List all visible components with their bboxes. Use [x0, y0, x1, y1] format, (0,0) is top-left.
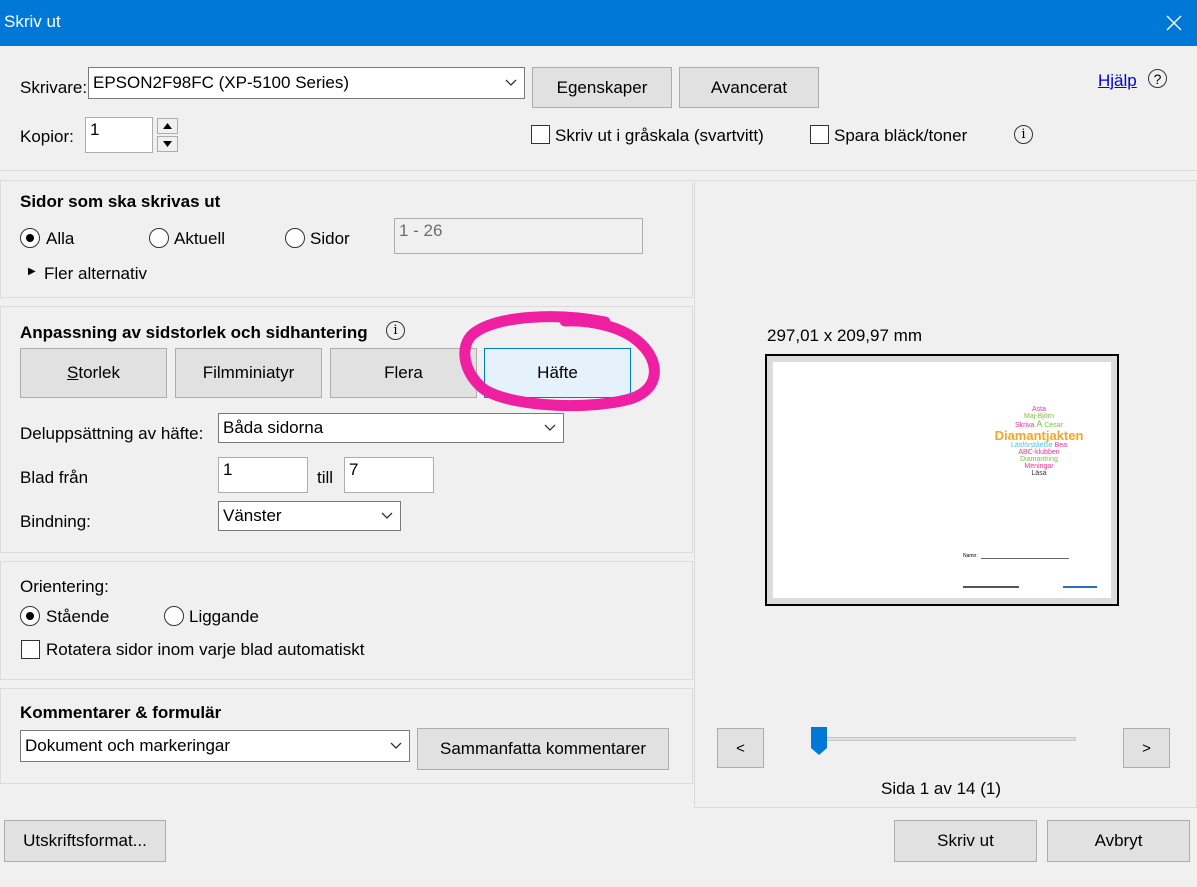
word-cloud-word: Läsförståelse [1010, 442, 1053, 449]
close-button[interactable] [1151, 0, 1197, 46]
window-title: Skriv ut [4, 12, 61, 31]
radio-all-label: Alla [46, 229, 75, 248]
chevron-down-icon [383, 731, 409, 761]
booklet-subset-label: Deluppsättning av häfte: [20, 424, 204, 443]
copies-input[interactable]: 1 [85, 117, 153, 153]
page-preview: Asta Maj-Björn Skriva A Cesar Diamantjak… [765, 354, 1119, 606]
word-cloud-word: ABC-klubben [1018, 449, 1060, 456]
comments-select-value: Dokument och markeringar [25, 736, 231, 755]
word-cloud-word: Diamantring [1020, 456, 1058, 463]
booklet-subset-select[interactable]: Båda sidorna [218, 413, 564, 443]
sheets-to-input[interactable]: 7 [344, 457, 434, 493]
help-link[interactable]: Hjälp [1098, 71, 1137, 91]
word-cloud-word: Asta [1031, 406, 1046, 413]
save-ink-checkbox[interactable] [810, 125, 829, 144]
word-cloud: Asta Maj-Björn Skriva A Cesar Diamantjak… [979, 406, 1099, 477]
copies-down-button[interactable] [157, 136, 178, 152]
highlight-circle-annotation [459, 311, 660, 412]
more-options-toggle[interactable]: Fler alternativ [44, 264, 147, 284]
sheets-from-input[interactable]: 1 [218, 457, 308, 493]
radio-pages-label: Sidor [310, 229, 350, 248]
arrow-up-icon [163, 123, 172, 129]
next-page-button[interactable]: > [1123, 728, 1170, 768]
page-slider-track[interactable] [818, 737, 1076, 741]
tab-thumbnail[interactable]: Filmminiatyr [175, 348, 322, 398]
paper-size-label: 297,01 x 209,97 mm [767, 326, 922, 345]
comments-select[interactable]: Dokument och markeringar [20, 730, 410, 762]
radio-portrait-label: Stående [46, 607, 110, 626]
footer-line [1063, 586, 1097, 588]
sizing-heading: Anpassning av sidstorlek och sidhanterin… [20, 323, 368, 342]
page-preview-sheet: Asta Maj-Björn Skriva A Cesar Diamantjak… [773, 362, 1111, 598]
radio-landscape-label: Liggande [189, 607, 259, 626]
close-icon [1166, 15, 1182, 31]
comments-heading: Kommentarer & formulär [20, 703, 222, 722]
summarize-comments-button[interactable]: Sammanfatta kommentarer [417, 728, 669, 770]
tab-size[interactable]: Storlek [20, 348, 167, 398]
chevron-down-icon [498, 68, 524, 98]
tab-size-label: Storlek [67, 363, 120, 382]
grayscale-checkbox[interactable] [531, 125, 550, 144]
sheets-to-label: till [317, 468, 334, 487]
radio-current[interactable] [149, 228, 169, 248]
copies-label: Kopior: [20, 127, 74, 146]
auto-rotate-label: Rotatera sidor inom varje blad automatis… [46, 640, 365, 659]
word-cloud-word: Bea [1054, 442, 1068, 449]
advanced-button[interactable]: Avancerat [679, 67, 819, 108]
name-field-label: Namn: [963, 553, 978, 559]
radio-pages[interactable] [285, 228, 305, 248]
binding-select[interactable]: Vänster [218, 501, 401, 531]
info-icon[interactable]: i [386, 321, 405, 340]
prev-page-button[interactable]: < [717, 728, 764, 768]
word-cloud-word: Diamantjakten [994, 428, 1084, 443]
orientation-heading: Orientering: [20, 577, 109, 596]
binding-label: Bindning: [20, 512, 91, 531]
chevron-down-icon [374, 502, 400, 530]
printer-select-value: EPSON2F98FC (XP-5100 Series) [93, 73, 350, 92]
auto-rotate-checkbox[interactable] [21, 640, 40, 659]
binding-value: Vänster [223, 506, 282, 525]
expand-triangle-icon[interactable]: ▶ [28, 266, 36, 277]
sheets-from-label: Blad från [20, 468, 89, 487]
name-line [981, 558, 1069, 559]
page-range-input[interactable]: 1 - 26 [394, 218, 643, 254]
separator [0, 170, 1197, 171]
arrow-down-icon [163, 141, 172, 147]
cancel-button[interactable]: Avbryt [1047, 820, 1190, 862]
word-cloud-word: Meningar [1024, 463, 1054, 470]
radio-portrait[interactable] [20, 606, 40, 626]
help-icon[interactable]: ? [1148, 69, 1167, 88]
booklet-subset-value: Båda sidorna [223, 418, 324, 437]
grayscale-label: Skriv ut i gråskala (svartvitt) [555, 126, 764, 145]
page-indicator: Sida 1 av 14 (1) [881, 779, 1002, 798]
properties-button[interactable]: Egenskaper [532, 67, 672, 108]
copies-up-button[interactable] [157, 118, 178, 134]
word-cloud-word: Läsa [1031, 470, 1047, 477]
pages-heading: Sidor som ska skrivas ut [20, 192, 221, 211]
printer-label: Skrivare: [20, 78, 88, 97]
chevron-down-icon [537, 414, 563, 442]
print-format-button[interactable]: Utskriftsformat... [4, 820, 166, 862]
radio-all[interactable] [20, 228, 40, 248]
save-ink-label: Spara bläck/toner [834, 126, 968, 145]
print-button[interactable]: Skriv ut [894, 820, 1037, 862]
page-slider-thumb[interactable] [810, 726, 828, 756]
radio-landscape[interactable] [164, 606, 184, 626]
footer-line [963, 586, 1019, 588]
printer-select[interactable]: EPSON2F98FC (XP-5100 Series) [88, 67, 525, 99]
title-bar: Skriv ut [0, 0, 1197, 46]
info-icon[interactable]: i [1014, 125, 1033, 144]
radio-current-label: Aktuell [174, 229, 226, 248]
